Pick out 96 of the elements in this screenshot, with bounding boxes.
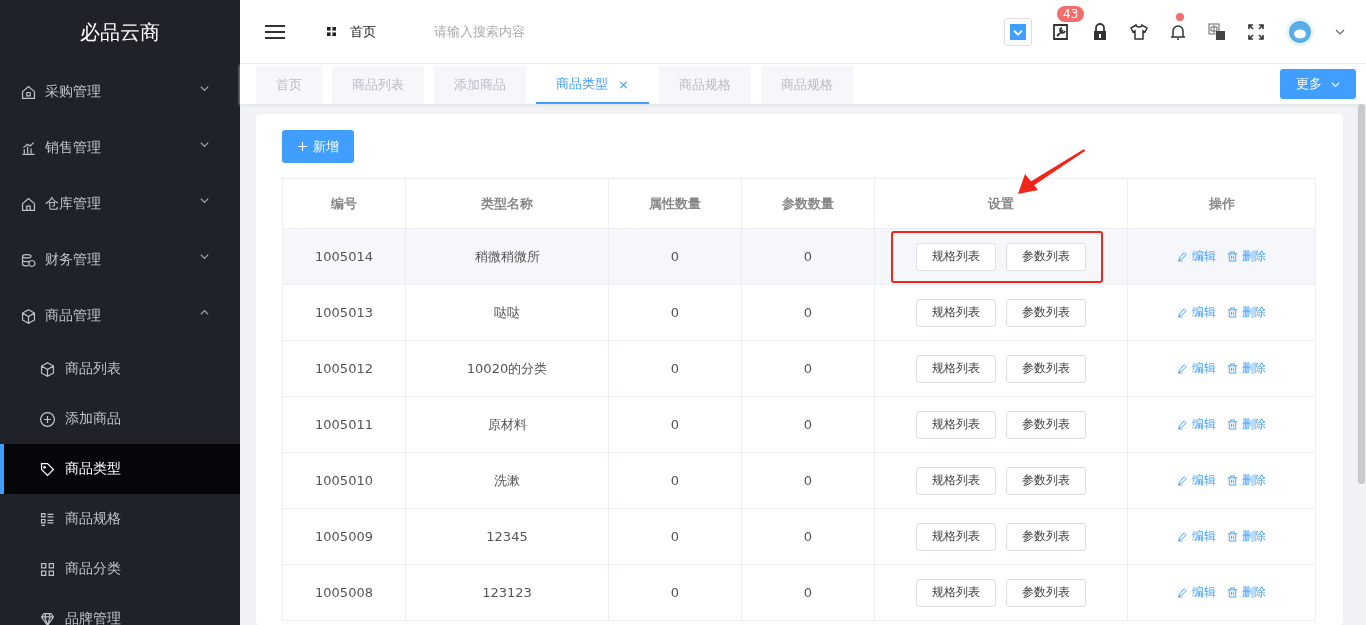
sidebar-submenu-item[interactable]: 添加商品 <box>0 394 240 444</box>
param-list-button[interactable]: 参数列表 <box>1006 242 1086 271</box>
param-list-button[interactable]: 参数列表 <box>1006 298 1086 327</box>
spec-list-button[interactable]: 规格列表 <box>916 578 996 607</box>
table-cell: 1005012 <box>282 340 406 397</box>
column-header: 操作 <box>1127 178 1316 229</box>
column-header: 属性数量 <box>608 178 742 229</box>
scrollbar[interactable] <box>1358 104 1365 484</box>
sidebar-submenu-item[interactable]: 商品类型 <box>0 444 240 494</box>
trash-icon <box>1227 363 1238 374</box>
table-cell: 稍微稍微所 <box>405 228 609 285</box>
table-cell: 0 <box>608 508 742 565</box>
table-cell: 1005009 <box>282 508 406 565</box>
bar-chart-icon <box>20 139 37 157</box>
spec-list-button[interactable]: 规格列表 <box>916 298 996 327</box>
plus-icon <box>297 141 308 152</box>
param-list-button[interactable]: 参数列表 <box>1006 410 1086 439</box>
table-cell: 1005011 <box>282 396 406 453</box>
table-cell: 10020的分类 <box>405 340 609 397</box>
spec-list-button[interactable]: 规格列表 <box>916 242 996 271</box>
pencil-icon <box>1177 419 1188 430</box>
table-cell: 0 <box>608 396 742 453</box>
translate-icon[interactable] <box>1207 21 1227 42</box>
house-icon <box>20 83 37 101</box>
table-cell: 0 <box>741 564 875 621</box>
sidebar-menu-item[interactable]: 财务管理 <box>0 232 240 288</box>
trash-icon <box>1227 419 1238 430</box>
param-list-button[interactable]: 参数列表 <box>1006 522 1086 551</box>
table-cell: 1005008 <box>282 564 406 621</box>
chevron-down-icon <box>1010 23 1026 40</box>
house-icon <box>20 195 37 213</box>
table-cell: 0 <box>741 340 875 397</box>
grid-icon <box>39 560 56 578</box>
pencil-icon <box>1177 251 1188 262</box>
sidebar-menu-item[interactable]: 采购管理 <box>0 64 240 120</box>
column-header: 类型名称 <box>405 178 609 229</box>
diamond-icon <box>39 610 56 625</box>
param-list-button[interactable]: 参数列表 <box>1006 578 1086 607</box>
breadcrumb-home[interactable]: 首页 <box>350 22 376 41</box>
sidebar-submenu-item[interactable]: 商品规格 <box>0 494 240 544</box>
trash-icon <box>1227 251 1238 262</box>
table-cell: 0 <box>608 452 742 509</box>
sidebar-submenu-item[interactable]: 品牌管理 <box>0 594 240 625</box>
sidebar-submenu-item[interactable]: 商品分类 <box>0 544 240 594</box>
pencil-icon <box>1177 475 1188 486</box>
table-cell: 123123 <box>405 564 609 621</box>
menu-icon[interactable] <box>265 23 285 40</box>
table-cell: 0 <box>741 284 875 341</box>
annotation-arrow <box>1016 147 1086 196</box>
table-cell: 原材料 <box>405 396 609 453</box>
sidebar-menu-item[interactable]: 商品管理 <box>0 288 240 344</box>
column-header: 参数数量 <box>741 178 875 229</box>
column-header: 编号 <box>282 178 406 229</box>
dropdown-select[interactable] <box>1004 17 1032 46</box>
table-cell: 洗漱 <box>405 452 609 509</box>
param-list-button[interactable]: 参数列表 <box>1006 466 1086 495</box>
table-cell: 0 <box>741 396 875 453</box>
table-cell: 哒哒 <box>405 284 609 341</box>
table-cell: 0 <box>608 284 742 341</box>
list-icon <box>39 510 56 528</box>
notification-badge: 43 <box>1057 5 1085 22</box>
sidebar-menu-item[interactable]: 仓库管理 <box>0 176 240 232</box>
table-cell: 1005014 <box>282 228 406 285</box>
spec-list-button[interactable]: 规格列表 <box>916 522 996 551</box>
table-cell: 1005010 <box>282 452 406 509</box>
spec-list-button[interactable]: 规格列表 <box>916 466 996 495</box>
table-cell: 1005013 <box>282 284 406 341</box>
cube-icon <box>20 307 37 325</box>
pencil-icon <box>1177 531 1188 542</box>
cube-icon <box>39 360 56 378</box>
wrench-icon[interactable] <box>1051 21 1071 42</box>
pencil-icon <box>1177 307 1188 318</box>
sidebar-submenu-item[interactable]: 商品列表 <box>0 344 240 394</box>
pencil-icon <box>1177 363 1188 374</box>
fullscreen-icon[interactable] <box>1246 21 1266 42</box>
table-cell: 0 <box>741 228 875 285</box>
spec-list-button[interactable]: 规格列表 <box>916 410 996 439</box>
trash-icon <box>1227 475 1238 486</box>
t-shirt-icon[interactable] <box>1129 21 1149 42</box>
table-cell: 12345 <box>405 508 609 565</box>
table-cell: 0 <box>741 508 875 565</box>
table-cell: 0 <box>608 228 742 285</box>
table-cell: 0 <box>741 452 875 509</box>
coins-icon <box>20 251 37 269</box>
sidebar-menu-item[interactable]: 销售管理 <box>0 120 240 176</box>
table-cell: 0 <box>608 564 742 621</box>
app-logo-title: 必品云商 <box>79 19 161 46</box>
grid-icon <box>327 27 336 36</box>
trash-icon <box>1227 531 1238 542</box>
trash-icon <box>1227 307 1238 318</box>
spec-list-button[interactable]: 规格列表 <box>916 354 996 383</box>
tag-icon <box>39 460 56 478</box>
table-cell: 0 <box>608 340 742 397</box>
trash-icon <box>1227 587 1238 598</box>
pencil-icon <box>1177 587 1188 598</box>
param-list-button[interactable]: 参数列表 <box>1006 354 1086 383</box>
